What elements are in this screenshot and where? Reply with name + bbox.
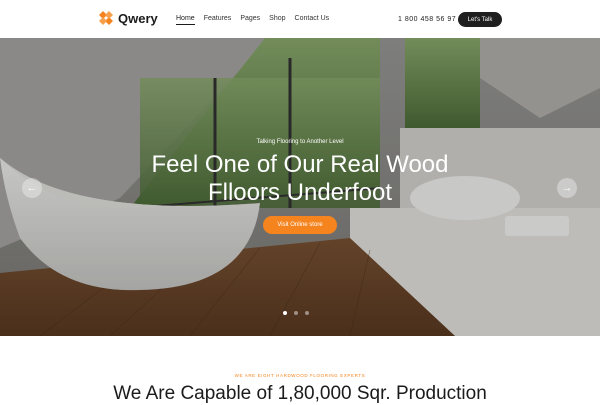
hero-title-line-1: Feel One of Our Real Wood bbox=[151, 151, 449, 178]
arrow-left-icon[interactable]: ← bbox=[22, 178, 42, 198]
logo-mark-icon bbox=[98, 10, 114, 26]
nav-item-features[interactable]: Features bbox=[204, 14, 232, 25]
slider-dot-3[interactable] bbox=[305, 311, 309, 315]
slider-dot-2[interactable] bbox=[294, 311, 298, 315]
nav-item-home[interactable]: Home bbox=[176, 14, 195, 25]
lets-talk-button[interactable]: Let's Talk bbox=[458, 12, 502, 27]
hero-subtitle: Talking Flooring to Another Level bbox=[256, 139, 344, 145]
section-kicker: WE ARE EIGHT HARDWOOD FLOORING EXPERTS bbox=[234, 373, 366, 378]
phone-number[interactable]: 1 800 458 56 97 bbox=[398, 16, 456, 23]
nav-item-pages[interactable]: Pages bbox=[240, 14, 260, 25]
site-header: Qwery Home Features Pages Shop Contact U… bbox=[0, 0, 600, 38]
nav-item-contact[interactable]: Contact Us bbox=[295, 14, 330, 25]
hero-title-line-2: Flloors Underfoot bbox=[207, 179, 393, 206]
logo[interactable]: Qwery bbox=[98, 10, 158, 26]
hero-title: Feel One of Our Real Wood Flloors Underf… bbox=[0, 151, 600, 207]
arrow-right-icon[interactable]: → bbox=[557, 178, 577, 198]
brand-name: Qwery bbox=[118, 10, 158, 26]
slider-dot-1[interactable] bbox=[283, 311, 287, 315]
main-nav: Home Features Pages Shop Contact Us bbox=[176, 14, 338, 25]
nav-item-shop[interactable]: Shop bbox=[269, 14, 285, 25]
section-title: We Are Capable of 1,80,000 Sqr. Producti… bbox=[113, 383, 487, 404]
hero-slider: Talking Flooring to Another Level Feel O… bbox=[0, 38, 600, 336]
visit-online-store-button[interactable]: Visit Online store bbox=[263, 216, 337, 234]
slider-pagination bbox=[283, 311, 309, 315]
